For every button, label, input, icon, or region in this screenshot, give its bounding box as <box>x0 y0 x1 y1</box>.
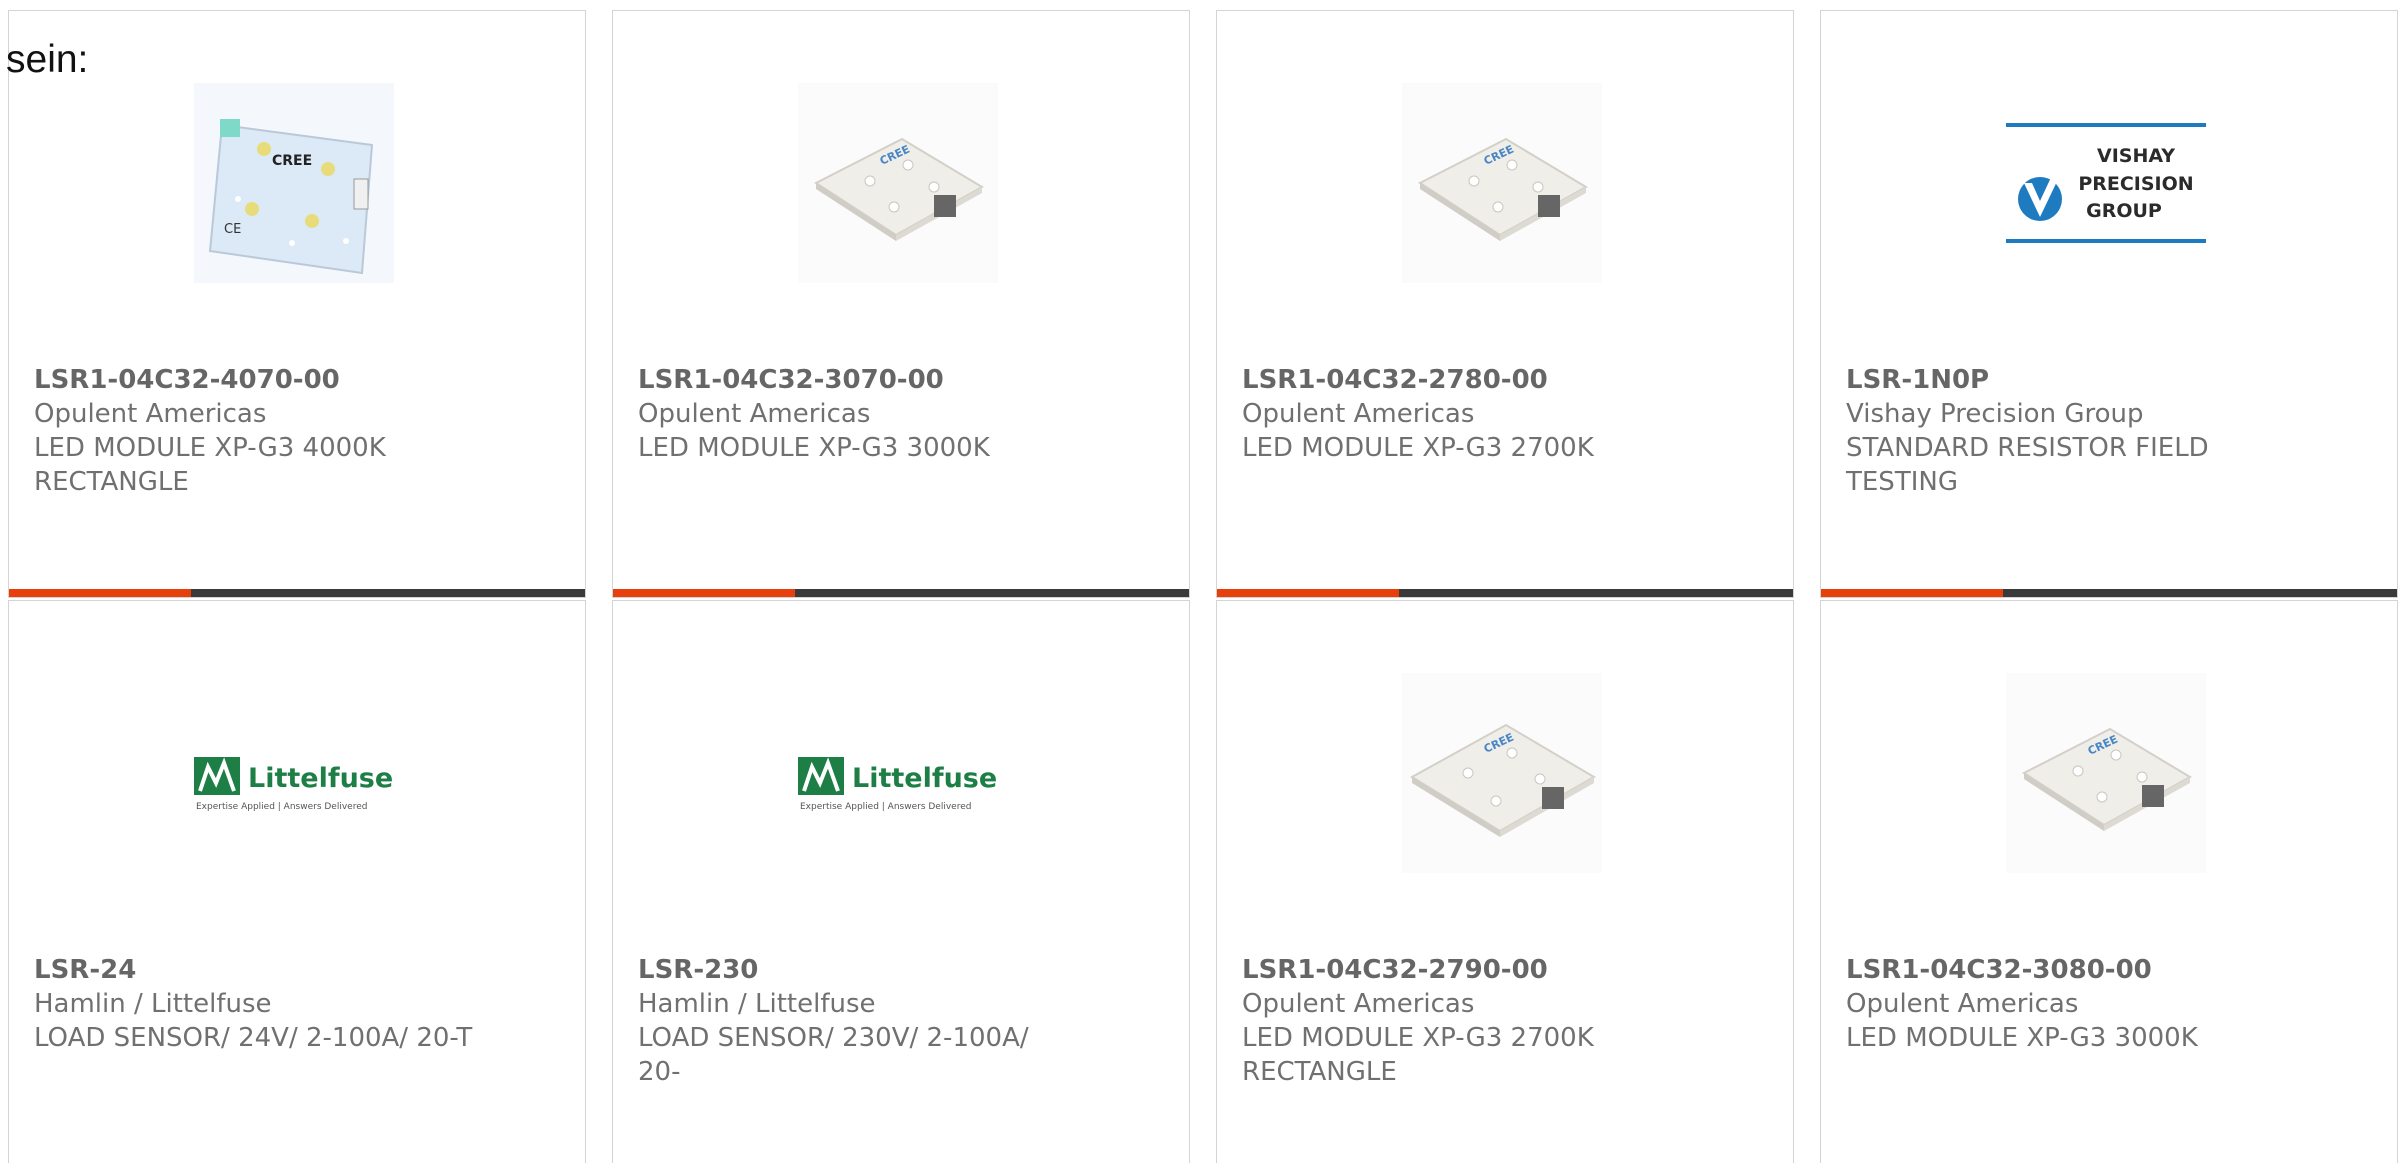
product-description: LOAD SENSOR/ 24V/ 2-100A/ 20-T <box>34 1023 473 1053</box>
card-bottom-bar <box>1217 589 1793 597</box>
manufacturer-name: Opulent Americas <box>638 399 871 429</box>
manufacturer-name: Vishay Precision Group <box>1846 399 2144 429</box>
manufacturer-name: Opulent Americas <box>1242 399 1475 429</box>
product-image-led-board[interactable]: CREE <box>1402 673 1602 873</box>
part-number-link[interactable]: LSR1-04C32-3070-00 <box>638 363 1078 397</box>
manufacturer-name: Opulent Americas <box>1242 989 1475 1019</box>
product-image-led-board[interactable]: CREE <box>1402 83 1602 283</box>
product-description: LED MODULE XP-G3 2700K <box>1242 433 1594 463</box>
product-description: LED MODULE XP-G3 4000K RECTANGLE <box>34 433 386 497</box>
svg-text:CE: CE <box>224 222 241 237</box>
product-card[interactable]: Littelfuse Expertise Applied | Answers D… <box>8 600 586 1163</box>
svg-text:CREE: CREE <box>272 153 312 169</box>
card-bottom-bar <box>613 589 1189 597</box>
logo-tagline: Expertise Applied | Answers Delivered <box>800 802 971 812</box>
card-accent-bar <box>9 589 191 597</box>
manufacturer-name: Hamlin / Littelfuse <box>638 989 876 1019</box>
manufacturer-name: Opulent Americas <box>34 399 267 429</box>
manufacturer-name: Hamlin / Littelfuse <box>34 989 272 1019</box>
product-image-led-board[interactable]: CREE CE <box>194 83 394 283</box>
product-card[interactable]: CREE CE LSR1-04C32-4070-00 Opulent Ameri… <box>8 10 586 598</box>
product-image-littelfuse-logo[interactable]: Littelfuse Expertise Applied | Answers D… <box>798 673 998 873</box>
product-card[interactable]: CREE LSR1-04C32-2780-00 Opulent Americas… <box>1216 10 1794 598</box>
card-accent-bar <box>1217 589 1399 597</box>
card-accent-bar <box>1821 589 2003 597</box>
page-fragment-text: sein: <box>6 38 89 81</box>
part-number-link[interactable]: LSR-1N0P <box>1846 363 2286 397</box>
product-image-vishay-logo[interactable]: VISHAY PRECISION GROUP <box>2006 83 2206 283</box>
logo-line-2: PRECISION <box>2078 173 2193 195</box>
product-description: LED MODULE XP-G3 3000K <box>638 433 990 463</box>
product-card[interactable]: CREE LSR1-04C32-2790-00 Opulent Americas… <box>1216 600 1794 1163</box>
card-bottom-bar <box>9 589 585 597</box>
product-image-littelfuse-logo[interactable]: Littelfuse Expertise Applied | Answers D… <box>194 673 394 873</box>
product-description: LOAD SENSOR/ 230V/ 2-100A/ 20- <box>638 1023 1029 1087</box>
product-image-led-board[interactable]: CREE <box>798 83 998 283</box>
logo-tagline: Expertise Applied | Answers Delivered <box>196 802 367 812</box>
part-number-link[interactable]: LSR-230 <box>638 953 1078 987</box>
product-card[interactable]: CREE LSR1-04C32-3070-00 Opulent Americas… <box>612 10 1190 598</box>
logo-line-3: GROUP <box>2086 200 2162 222</box>
product-card[interactable]: Littelfuse Expertise Applied | Answers D… <box>612 600 1190 1163</box>
logo-wordmark: Littelfuse <box>248 763 393 794</box>
logo-wordmark: Littelfuse <box>852 763 997 794</box>
part-number-link[interactable]: LSR1-04C32-2780-00 <box>1242 363 1682 397</box>
manufacturer-name: Opulent Americas <box>1846 989 2079 1019</box>
part-number-link[interactable]: LSR-24 <box>34 953 474 987</box>
product-description: STANDARD RESISTOR FIELD TESTING <box>1846 433 2209 497</box>
part-number-link[interactable]: LSR1-04C32-3080-00 <box>1846 953 2286 987</box>
part-number-link[interactable]: LSR1-04C32-2790-00 <box>1242 953 1682 987</box>
card-bottom-bar <box>1821 589 2397 597</box>
product-card[interactable]: CREE LSR1-04C32-3080-00 Opulent Americas… <box>1820 600 2398 1163</box>
logo-line-1: VISHAY <box>2097 145 2175 167</box>
part-number-link[interactable]: LSR1-04C32-4070-00 <box>34 363 474 397</box>
product-description: LED MODULE XP-G3 2700K RECTANGLE <box>1242 1023 1594 1087</box>
card-accent-bar <box>613 589 795 597</box>
product-image-led-board[interactable]: CREE <box>2006 673 2206 873</box>
product-description: LED MODULE XP-G3 3000K <box>1846 1023 2198 1053</box>
product-card[interactable]: VISHAY PRECISION GROUP LSR-1N0P Vishay P… <box>1820 10 2398 598</box>
